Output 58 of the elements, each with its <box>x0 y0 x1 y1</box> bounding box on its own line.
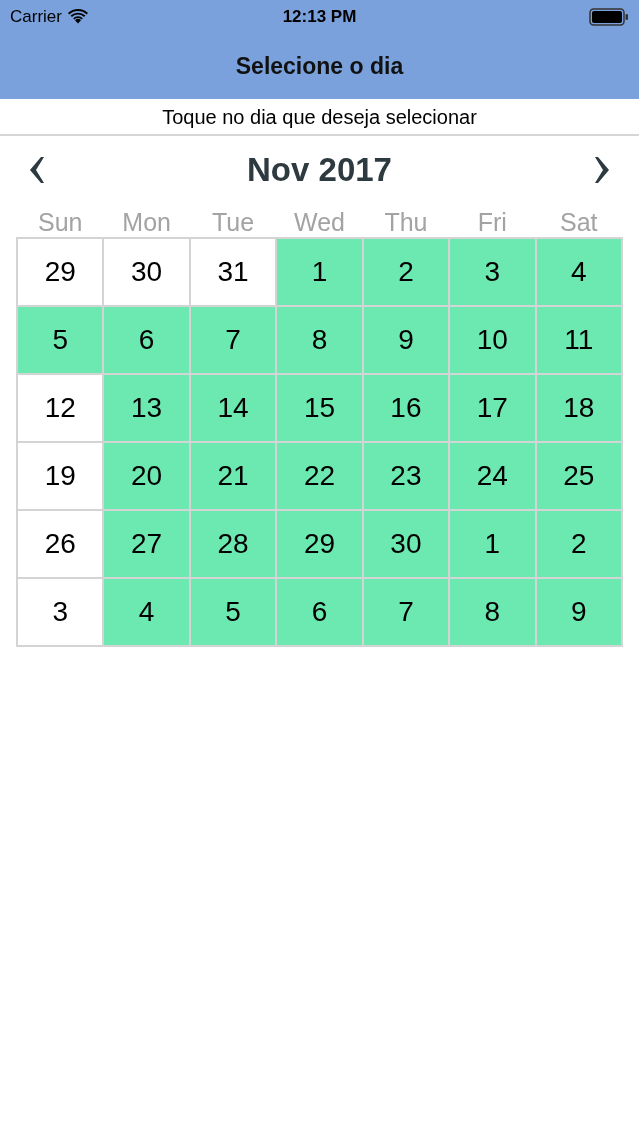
day-cell[interactable]: 3 <box>18 579 103 645</box>
day-cell[interactable]: 17 <box>450 375 535 441</box>
day-cell[interactable]: 2 <box>363 239 449 305</box>
day-cell[interactable]: 22 <box>277 443 362 509</box>
day-cell[interactable]: 6 <box>104 307 189 373</box>
clock-time: 12:13 PM <box>282 5 357 28</box>
day-cell[interactable]: 2 <box>536 511 621 577</box>
weekday-label: Sun <box>37 207 83 238</box>
day-cell[interactable]: 25 <box>536 443 621 509</box>
weekday-label: Mon <box>122 207 171 238</box>
day-cell[interactable]: 6 <box>277 579 362 645</box>
day-cell[interactable]: 7 <box>363 579 449 645</box>
instruction-text: Toque no dia que deseja selecionar <box>162 104 477 130</box>
day-cell[interactable]: 19 <box>18 443 103 509</box>
carrier-label: Carrier <box>10 5 62 28</box>
day-cell[interactable]: 13 <box>104 375 189 441</box>
day-cell[interactable]: 28 <box>190 511 276 577</box>
day-cell[interactable]: 12 <box>18 375 103 441</box>
month-title: Nov 2017 <box>247 150 392 191</box>
day-cell[interactable]: 26 <box>18 511 103 577</box>
weekday-label: Sat <box>560 207 598 238</box>
day-cell[interactable]: 5 <box>190 579 276 645</box>
day-cell[interactable]: 30 <box>104 239 189 305</box>
day-cell[interactable]: 8 <box>277 307 362 373</box>
day-cell[interactable]: 21 <box>190 443 276 509</box>
day-cell[interactable]: 18 <box>536 375 621 441</box>
weekday-label: Wed <box>294 207 345 238</box>
day-cell[interactable]: 30 <box>363 511 449 577</box>
day-cell[interactable]: 31 <box>190 239 276 305</box>
weekday-label: Fri <box>477 207 507 238</box>
day-cell[interactable]: 29 <box>277 511 362 577</box>
chevron-left-icon[interactable] <box>30 157 44 183</box>
weekday-label: Thu <box>384 207 428 238</box>
day-cell[interactable]: 1 <box>277 239 362 305</box>
day-cell[interactable]: 20 <box>104 443 189 509</box>
screen-title: Selecione o dia <box>235 51 404 81</box>
day-cell[interactable]: 5 <box>18 307 103 373</box>
day-cell[interactable]: 8 <box>450 579 535 645</box>
day-cell[interactable]: 16 <box>363 375 449 441</box>
day-cell[interactable]: 1 <box>450 511 535 577</box>
wifi-icon <box>67 9 88 24</box>
battery-icon <box>589 7 629 26</box>
day-cell[interactable]: 9 <box>363 307 449 373</box>
chevron-right-icon[interactable] <box>595 157 609 183</box>
day-cell[interactable]: 24 <box>450 443 535 509</box>
day-cell[interactable]: 10 <box>450 307 535 373</box>
day-cell[interactable]: 11 <box>536 307 621 373</box>
day-cell[interactable]: 3 <box>450 239 535 305</box>
day-cell[interactable]: 4 <box>104 579 189 645</box>
day-cell[interactable]: 23 <box>363 443 449 509</box>
weekday-label: Tue <box>212 207 255 238</box>
day-cell[interactable]: 4 <box>536 239 621 305</box>
day-cell[interactable]: 7 <box>190 307 276 373</box>
day-cell[interactable]: 14 <box>190 375 276 441</box>
day-cell[interactable]: 15 <box>277 375 362 441</box>
day-cell[interactable]: 27 <box>104 511 189 577</box>
day-cell[interactable]: 29 <box>18 239 103 305</box>
day-cell[interactable]: 9 <box>536 579 621 645</box>
